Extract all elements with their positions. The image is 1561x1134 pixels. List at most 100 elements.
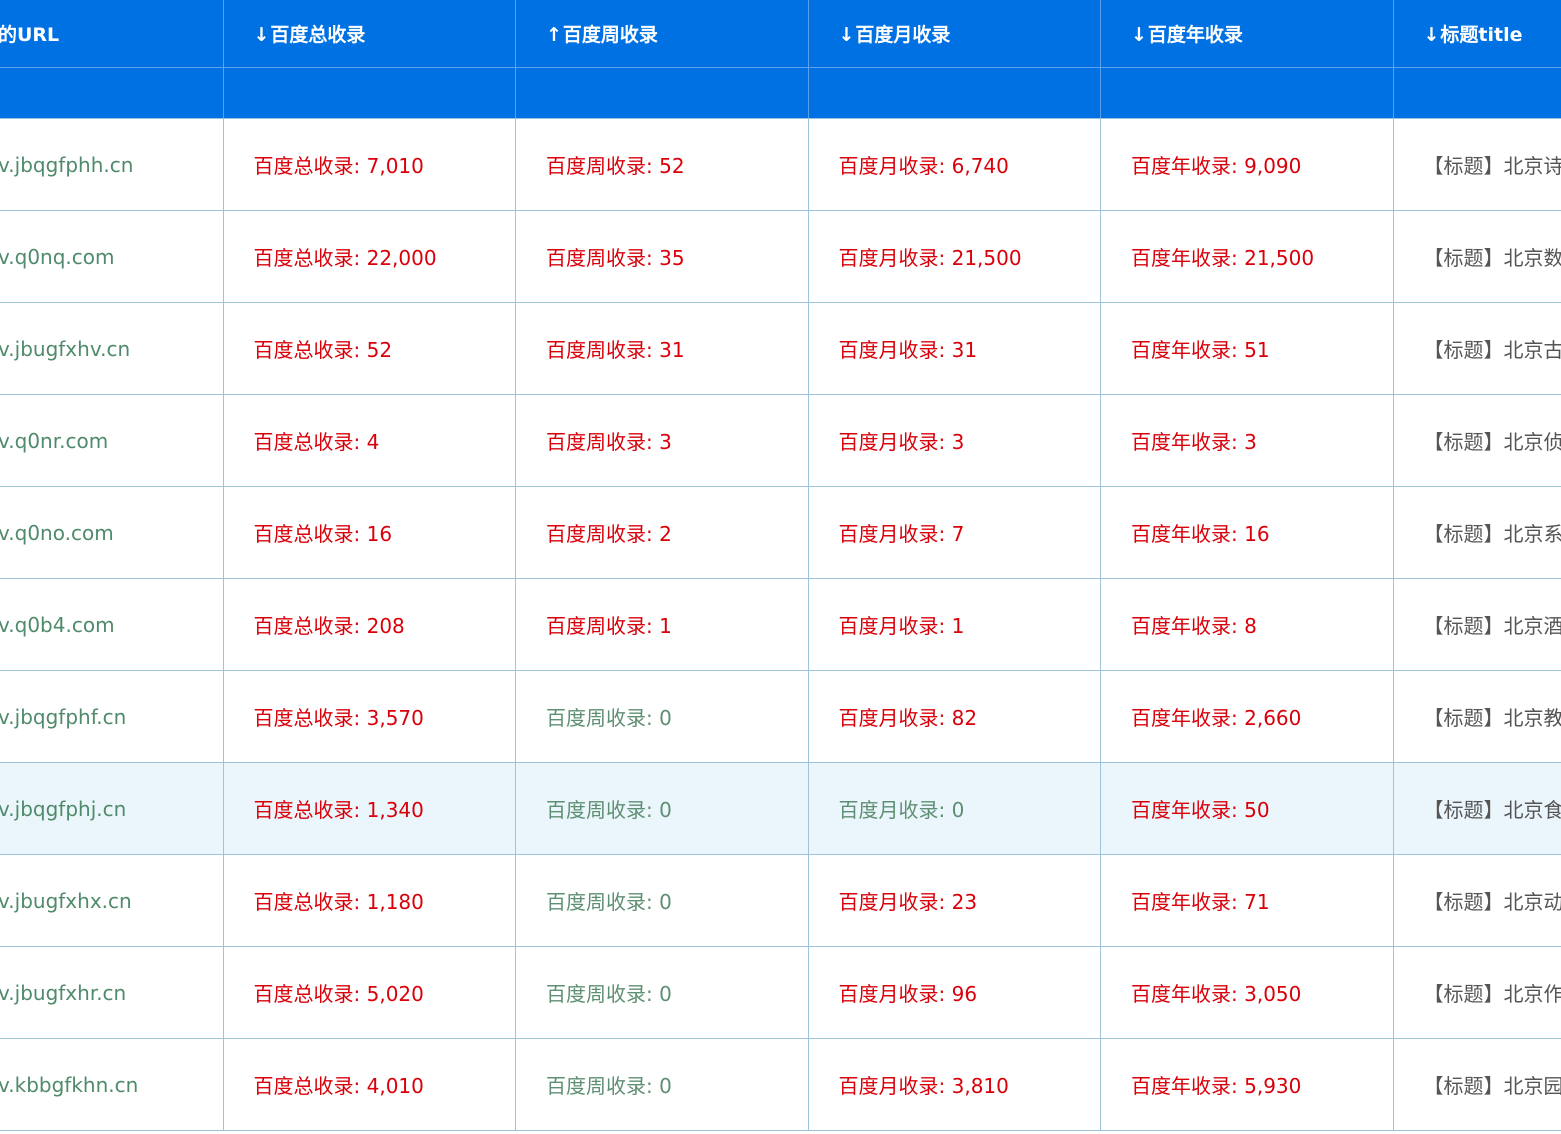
stat-cell-year: 百度年收录: 5,930 — [1100, 1038, 1394, 1131]
url-link[interactable]: v.jbqgfphj.cn — [0, 762, 224, 855]
table-row[interactable]: v.jbugfxhx.cn 百度总收录: 1,180 百度周收录: 0 百度月收录: … — [0, 854, 1561, 947]
table-row[interactable]: v.jbqgfphj.cn 百度总收录: 1,340 百度周收录: 0 百度月收录: … — [0, 762, 1561, 855]
stat-value-month: 6,740 — [951, 154, 1009, 178]
stat-cell-month: 百度月收录: 82 — [808, 670, 1101, 763]
filter-cell-year — [1100, 67, 1394, 119]
stat-label-month: 百度月收录: — [838, 706, 952, 730]
sort-desc-icon: ↓ — [253, 24, 270, 46]
stat-value-month: 96 — [951, 982, 978, 1006]
stat-label-total: 百度总收录: — [253, 430, 367, 454]
url-link[interactable]: v.jbqgfphh.cn — [0, 118, 224, 211]
stat-label-month: 百度月收录: — [838, 614, 952, 638]
stat-label-week: 百度周收录: — [546, 798, 660, 822]
stat-label-total: 百度总收录: — [253, 1074, 367, 1098]
url-link[interactable]: v.q0b4.com — [0, 578, 224, 671]
title-cell: 【标题】北京酒 — [1393, 578, 1561, 671]
column-header-total[interactable]: ↓百度总收录 — [223, 0, 516, 68]
stat-label-year: 百度年收录: — [1131, 798, 1245, 822]
stat-cell-week: 百度周收录: 31 — [515, 302, 809, 395]
title-cell: 【标题】北京古 — [1393, 302, 1561, 395]
table-row[interactable]: v.q0nq.com 百度总收录: 22,000 百度周收录: 35 百度月收录: 2… — [0, 210, 1561, 303]
table-row[interactable]: v.q0no.com 百度总收录: 16 百度周收录: 2 百度月收录: 7 百度年收录… — [0, 486, 1561, 579]
table-row[interactable]: v.jbqgfphh.cn 百度总收录: 7,010 百度周收录: 52 百度月收录:… — [0, 118, 1561, 211]
sort-desc-icon: ↓ — [1423, 24, 1440, 46]
column-header-title[interactable]: ↓标题title — [1393, 0, 1561, 68]
url-link[interactable]: v.jbqgfphf.cn — [0, 670, 224, 763]
stat-cell-total: 百度总收录: 16 — [223, 486, 516, 579]
column-header-month-label: 百度月收录 — [855, 24, 951, 46]
stat-cell-week: 百度周收录: 0 — [515, 854, 809, 947]
stat-label-total: 百度总收录: — [253, 706, 367, 730]
stat-label-month: 百度月收录: — [838, 798, 952, 822]
stat-label-month: 百度月收录: — [838, 338, 952, 362]
stat-cell-total: 百度总收录: 208 — [223, 578, 516, 671]
filter-cell-title — [1393, 67, 1561, 119]
stat-label-year: 百度年收录: — [1131, 338, 1245, 362]
sort-asc-icon: ↑ — [546, 24, 562, 46]
table-row[interactable]: v.q0b4.com 百度总收录: 208 百度周收录: 1 百度月收录: 1 百度年收… — [0, 578, 1561, 671]
column-header-url-label: 的URL — [0, 24, 60, 46]
stat-value-total: 5,020 — [366, 982, 424, 1006]
table-row[interactable]: v.jbugfxhv.cn 百度总收录: 52 百度周收录: 31 百度月收录: 31… — [0, 302, 1561, 395]
title-cell: 【标题】北京数 — [1393, 210, 1561, 303]
stat-cell-month: 百度月收录: 0 — [808, 762, 1101, 855]
table-body: v.jbqgfphh.cn 百度总收录: 7,010 百度周收录: 52 百度月收录:… — [0, 118, 1561, 1131]
url-link[interactable]: v.q0nq.com — [0, 210, 224, 303]
filter-cell-url — [0, 67, 224, 119]
stat-cell-week: 百度周收录: 0 — [515, 1038, 809, 1131]
stat-value-week: 0 — [659, 982, 672, 1006]
url-link[interactable]: v.q0nr.com — [0, 394, 224, 487]
stat-value-year: 2,660 — [1244, 706, 1302, 730]
stat-label-total: 百度总收录: — [253, 338, 367, 362]
stat-label-week: 百度周收录: — [546, 154, 660, 178]
stat-cell-week: 百度周收录: 0 — [515, 670, 809, 763]
url-link[interactable]: v.jbugfxhv.cn — [0, 302, 224, 395]
url-link[interactable]: v.kbbgfkhn.cn — [0, 1038, 224, 1131]
table-row[interactable]: v.kbbgfkhn.cn 百度总收录: 4,010 百度周收录: 0 百度月收录: … — [0, 1038, 1561, 1131]
stat-value-year: 3 — [1244, 430, 1257, 454]
title-cell: 【标题】北京作 — [1393, 946, 1561, 1039]
stat-label-year: 百度年收录: — [1131, 430, 1245, 454]
url-link[interactable]: v.jbugfxhr.cn — [0, 946, 224, 1039]
title-cell: 【标题】北京系 — [1393, 486, 1561, 579]
stat-cell-month: 百度月收录: 23 — [808, 854, 1101, 947]
column-header-year[interactable]: ↓百度年收录 — [1100, 0, 1394, 68]
stat-value-year: 50 — [1244, 798, 1270, 822]
stat-value-year: 3,050 — [1244, 982, 1302, 1006]
stat-cell-month: 百度月收录: 6,740 — [808, 118, 1101, 211]
column-header-week[interactable]: ↑百度周收录 — [515, 0, 809, 68]
url-link[interactable]: v.q0no.com — [0, 486, 224, 579]
stat-label-year: 百度年收录: — [1131, 1074, 1245, 1098]
stat-value-total: 52 — [366, 338, 393, 362]
stat-value-year: 5,930 — [1244, 1074, 1302, 1098]
table-header: 的URL ↓百度总收录 ↑百度周收录 ↓百度月收录 ↓百度年收录 ↓标题titl… — [0, 0, 1561, 119]
table-row[interactable]: v.jbugfxhr.cn 百度总收录: 5,020 百度周收录: 0 百度月收录: … — [0, 946, 1561, 1039]
stat-value-week: 52 — [659, 154, 685, 178]
filter-cell-month — [808, 67, 1101, 119]
stat-cell-year: 百度年收录: 3,050 — [1100, 946, 1394, 1039]
stat-label-month: 百度月收录: — [838, 430, 952, 454]
table-row[interactable]: v.q0nr.com 百度总收录: 4 百度周收录: 3 百度月收录: 3 百度年收录:… — [0, 394, 1561, 487]
stat-value-week: 31 — [659, 338, 685, 362]
stat-label-year: 百度年收录: — [1131, 154, 1245, 178]
url-link[interactable]: v.jbugfxhx.cn — [0, 854, 224, 947]
stat-label-week: 百度周收录: — [546, 1074, 660, 1098]
table-row[interactable]: v.jbqgfphf.cn 百度总收录: 3,570 百度周收录: 0 百度月收录: … — [0, 670, 1561, 763]
stat-label-week: 百度周收录: — [546, 338, 660, 362]
stat-value-total: 1,180 — [366, 890, 424, 914]
stat-cell-month: 百度月收录: 3 — [808, 394, 1101, 487]
stat-cell-year: 百度年收录: 3 — [1100, 394, 1394, 487]
stat-cell-year: 百度年收录: 2,660 — [1100, 670, 1394, 763]
filter-cell-week — [515, 67, 809, 119]
stat-cell-total: 百度总收录: 1,180 — [223, 854, 516, 947]
stat-value-total: 208 — [366, 614, 405, 638]
stat-label-week: 百度周收录: — [546, 522, 660, 546]
stat-cell-year: 百度年收录: 50 — [1100, 762, 1394, 855]
stat-cell-week: 百度周收录: 0 — [515, 946, 809, 1039]
stat-value-month: 23 — [951, 890, 978, 914]
stat-label-year: 百度年收录: — [1131, 706, 1245, 730]
stat-cell-total: 百度总收录: 4 — [223, 394, 516, 487]
column-header-url[interactable]: 的URL — [0, 0, 224, 68]
stat-label-year: 百度年收录: — [1131, 614, 1245, 638]
column-header-month[interactable]: ↓百度月收录 — [808, 0, 1101, 68]
